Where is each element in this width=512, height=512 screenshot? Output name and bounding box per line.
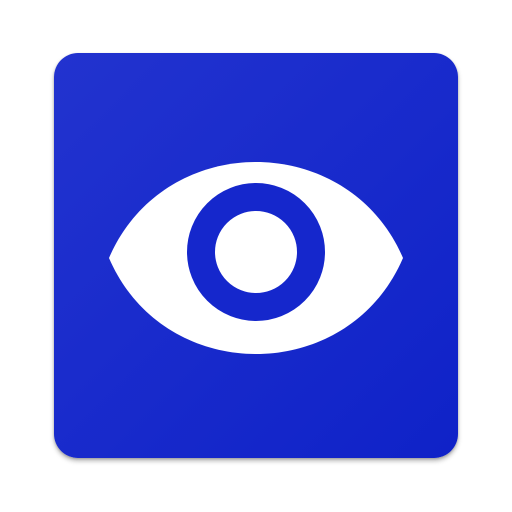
app-icon-graphic [54,53,458,458]
screen [0,0,512,512]
app-icon[interactable] [54,53,458,458]
